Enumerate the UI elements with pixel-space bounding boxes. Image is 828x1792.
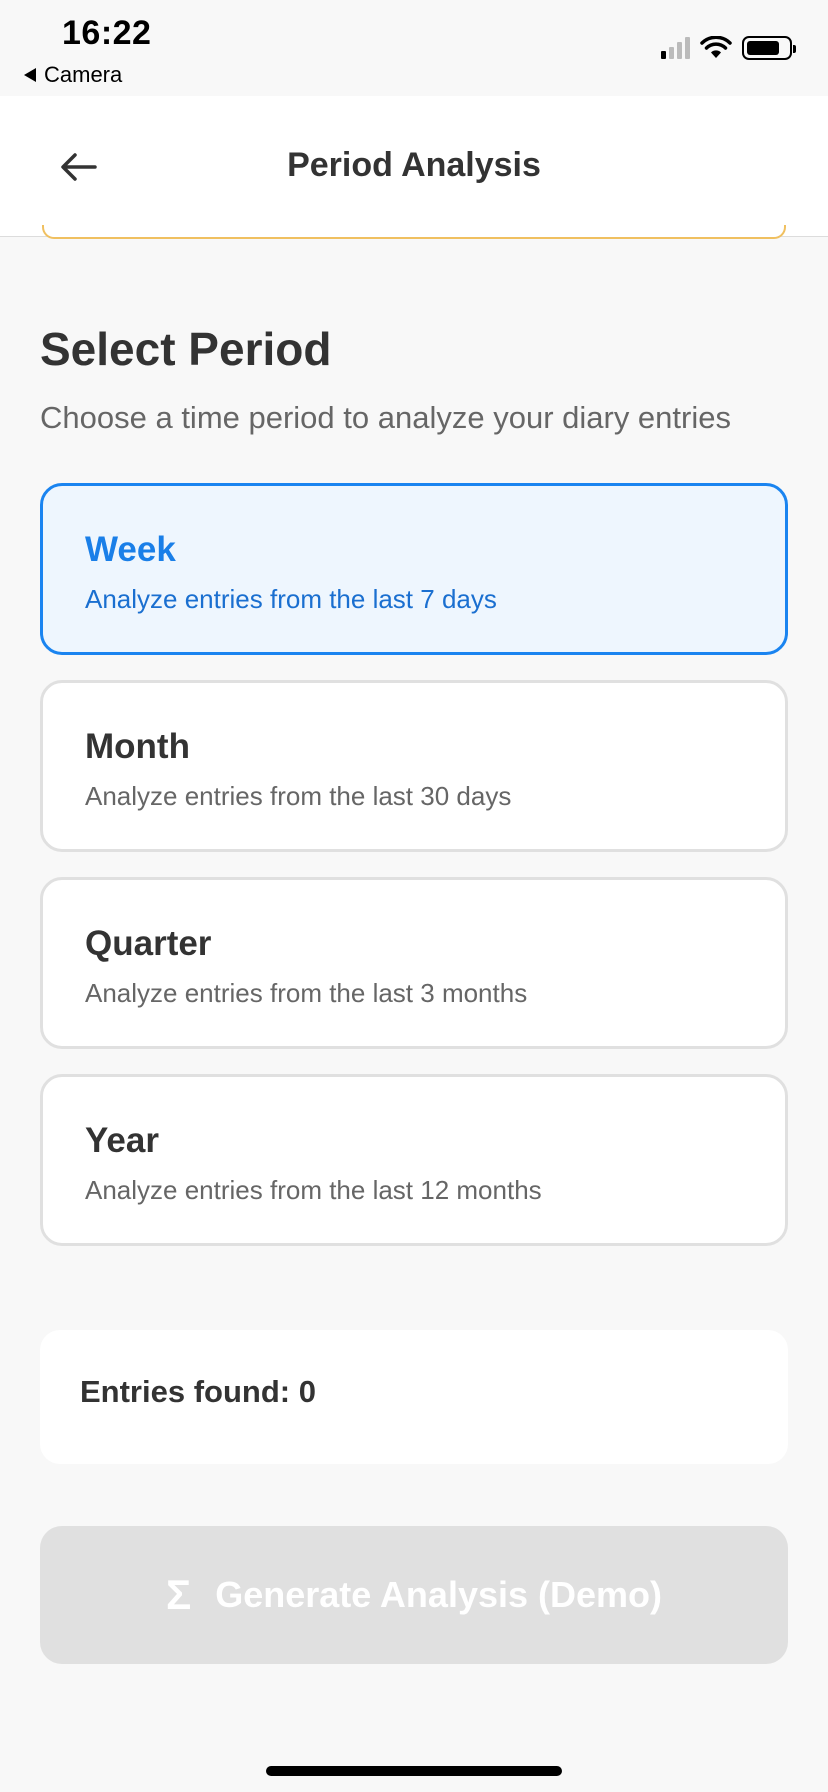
status-icons — [661, 36, 796, 60]
warning-banner-edge — [42, 225, 786, 239]
battery-icon — [742, 36, 796, 60]
home-indicator[interactable] — [266, 1766, 562, 1776]
page-title: Period Analysis — [287, 146, 541, 184]
section-subtitle: Choose a time period to analyze your dia… — [40, 400, 731, 435]
period-option-title: Quarter — [85, 924, 212, 963]
period-option-quarter[interactable]: Quarter Analyze entries from the last 3 … — [40, 877, 788, 1049]
entries-count-label: Entries found: 0 — [80, 1374, 316, 1409]
sigma-icon: Σ — [165, 1571, 192, 1618]
period-option-year[interactable]: Year Analyze entries from the last 12 mo… — [40, 1074, 788, 1246]
period-option-description: Analyze entries from the last 7 days — [85, 584, 497, 614]
period-option-week[interactable]: Week Analyze entries from the last 7 day… — [40, 483, 788, 655]
cellular-signal-icon — [661, 37, 690, 59]
generate-analysis-button[interactable]: Σ Generate Analysis (Demo) — [40, 1526, 788, 1664]
period-option-description: Analyze entries from the last 12 months — [85, 1175, 542, 1205]
section-title: Select Period — [40, 323, 332, 375]
nav-header: Period Analysis — [0, 96, 828, 237]
period-option-description: Analyze entries from the last 30 days — [85, 781, 512, 811]
wifi-icon — [700, 36, 732, 58]
back-app-label: Camera — [44, 62, 123, 87]
back-to-app-link[interactable]: Camera — [24, 62, 122, 88]
generate-analysis-label: Generate Analysis (Demo) — [215, 1574, 663, 1615]
status-time: 16:22 — [62, 14, 152, 52]
period-option-title: Month — [85, 727, 190, 766]
period-option-title: Year — [85, 1121, 159, 1160]
period-option-month[interactable]: Month Analyze entries from the last 30 d… — [40, 680, 788, 852]
entries-summary: Entries found: 0 — [40, 1330, 788, 1464]
status-bar: 16:22 Camera — [0, 0, 828, 96]
period-option-title: Week — [85, 530, 176, 569]
back-triangle-icon — [24, 68, 36, 82]
period-option-description: Analyze entries from the last 3 months — [85, 978, 528, 1008]
